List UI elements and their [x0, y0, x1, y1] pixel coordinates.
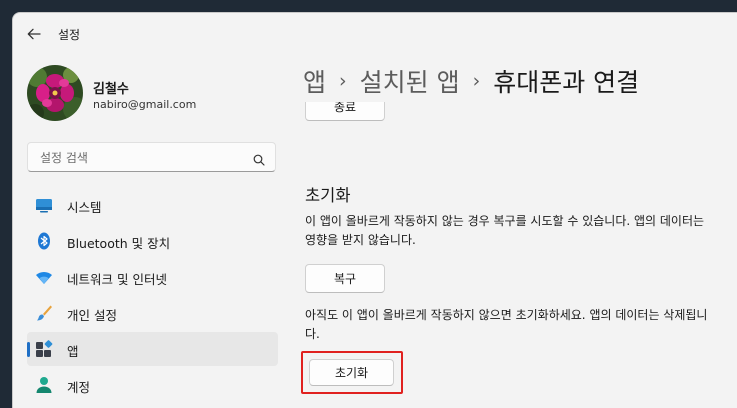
reset-section-title: 초기화	[305, 186, 351, 205]
terminate-button[interactable]: 종료	[305, 102, 385, 121]
content-pane: 종료 초기화 이 앱이 올바르게 작동하지 않는 경우 복구를 시도할 수 있습…	[293, 102, 737, 408]
reset-button[interactable]: 초기화	[309, 359, 394, 386]
avatar	[27, 65, 83, 121]
brush-icon	[35, 304, 53, 322]
settings-window: 설정 김철수 nabiro@gmail.com 설정 검색 시스템 Blueto…	[12, 12, 737, 408]
breadcrumb-separator: ›	[339, 70, 347, 92]
sidebar-item-label: 네트워크 및 인터넷	[67, 272, 167, 287]
app-title: 설정	[58, 28, 81, 42]
user-email: nabiro@gmail.com	[93, 98, 197, 111]
flower-photo	[27, 65, 83, 121]
search-input[interactable]	[38, 148, 252, 168]
breadcrumb-installed-apps[interactable]: 설치된 앱	[360, 63, 460, 99]
sidebar-item-label: 시스템	[67, 200, 102, 215]
apps-icon	[35, 340, 53, 358]
sidebar-item-system[interactable]: 시스템	[27, 188, 278, 222]
sidebar-item-network[interactable]: 네트워크 및 인터넷	[27, 260, 278, 294]
system-icon	[35, 196, 53, 214]
sidebar-item-label: Bluetooth 및 장치	[67, 236, 171, 251]
user-name: 김철수	[93, 82, 129, 97]
sidebar-item-label: 계정	[67, 380, 91, 395]
bluetooth-icon	[35, 232, 53, 250]
sidebar-item-label: 앱	[67, 344, 79, 359]
breadcrumb-apps[interactable]: 앱	[303, 63, 326, 99]
wifi-icon	[35, 268, 53, 286]
reset-description: 아직도 이 앱이 올바르게 작동하지 않으면 초기화하세요. 앱의 데이터는 삭…	[305, 308, 708, 341]
repair-button[interactable]: 복구	[305, 264, 385, 293]
page-title: 휴대폰과 연결	[493, 68, 640, 97]
active-indicator	[27, 342, 30, 357]
sidebar-item-label: 개인 설정	[67, 308, 117, 323]
sidebar-item-accounts[interactable]: 계정	[27, 368, 278, 402]
back-button[interactable]	[23, 23, 45, 45]
breadcrumb-separator: ›	[472, 70, 481, 92]
account-icon	[35, 376, 53, 394]
sidebar-item-personalization[interactable]: 개인 설정	[27, 296, 278, 330]
breadcrumb: 앱 › 설치된 앱 › 휴대폰과 연결	[303, 61, 639, 101]
search-icon[interactable]	[253, 151, 265, 170]
arrow-left-icon	[27, 28, 41, 40]
sidebar-item-apps[interactable]: 앱	[27, 332, 278, 366]
repair-description: 이 앱이 올바르게 작동하지 않는 경우 복구를 시도할 수 있습니다. 앱의 …	[305, 214, 705, 247]
sidebar-item-bluetooth[interactable]: Bluetooth 및 장치	[27, 224, 278, 258]
title-bar: 설정	[13, 13, 737, 57]
search-box[interactable]	[27, 142, 276, 172]
sidebar-nav: 시스템 Bluetooth 및 장치 네트워크 및 인터넷 개인 설정 앱 계정	[27, 188, 278, 404]
